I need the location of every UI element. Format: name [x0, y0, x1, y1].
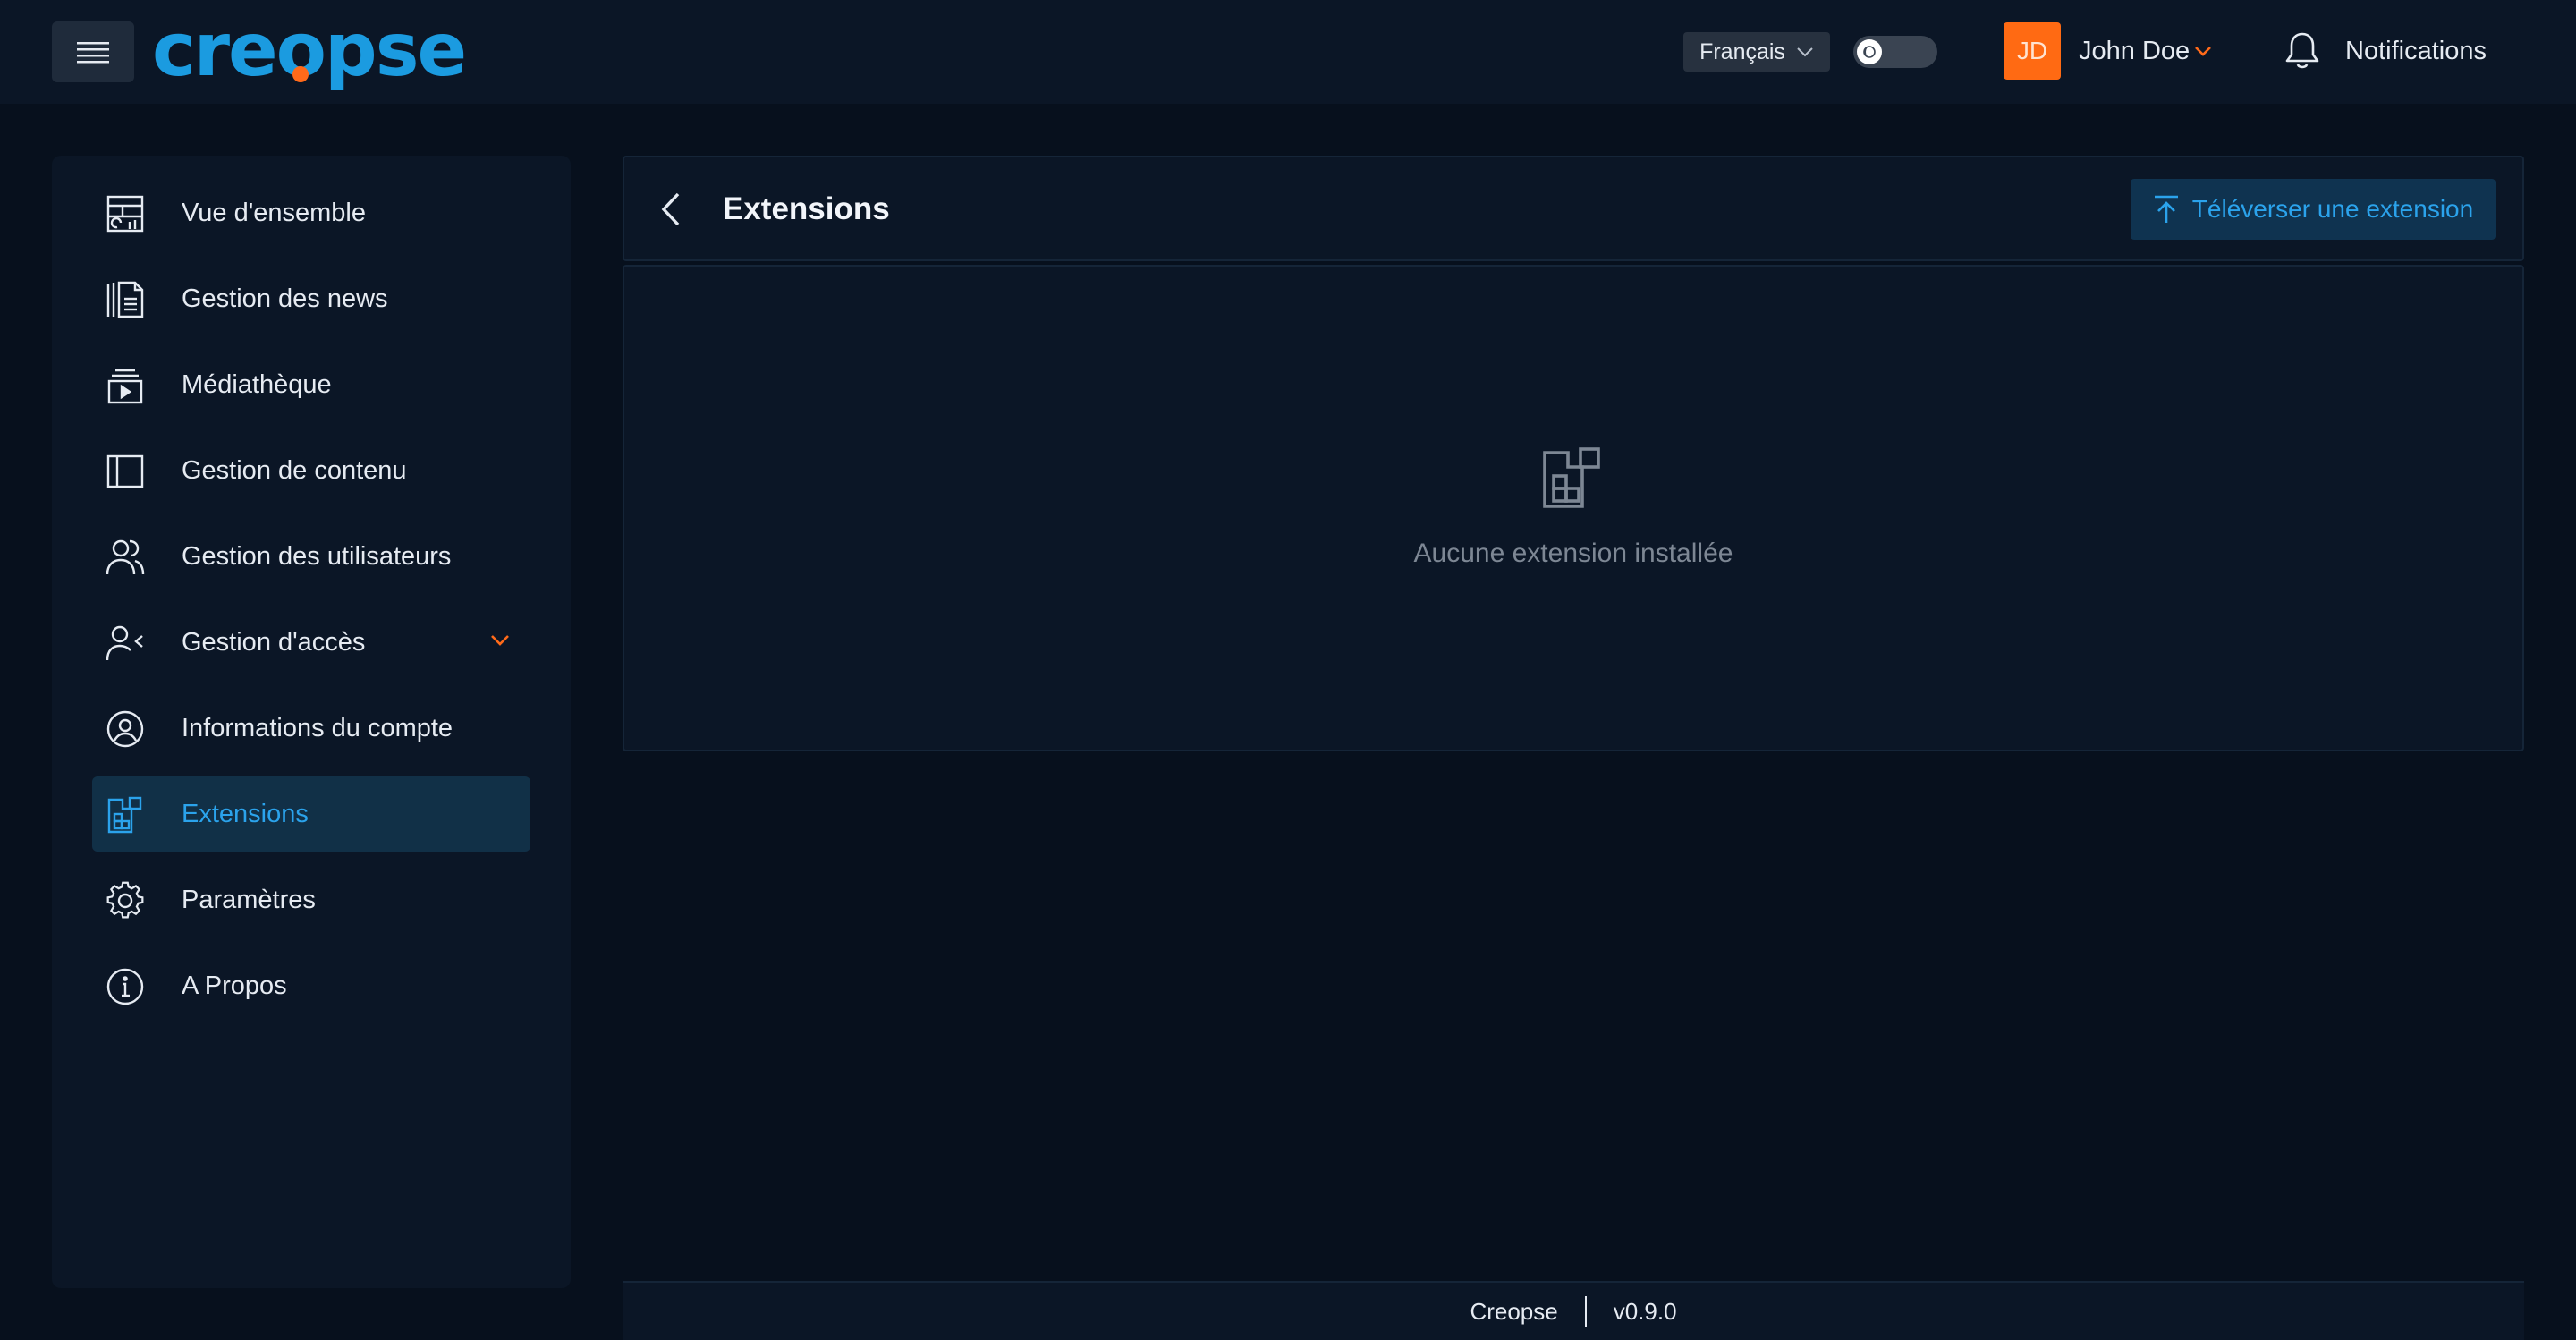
top-bar: creo pse Français JD John Doe Notificatio… — [0, 0, 2576, 104]
app-logo[interactable]: creo pse — [152, 11, 467, 91]
avatar[interactable]: JD — [2004, 22, 2061, 80]
user-menu[interactable]: John Doe — [2079, 33, 2213, 69]
notifications-button[interactable]: Notifications — [2283, 27, 2487, 75]
users-icon — [106, 539, 145, 575]
sidebar-item-about[interactable]: A Propos — [92, 948, 530, 1023]
sidebar-item-label: Vue d'ensemble — [182, 198, 366, 227]
language-select[interactable]: Français — [1683, 32, 1830, 72]
footer-app-name: Creopse — [1470, 1297, 1558, 1325]
upload-extension-button[interactable]: Téléverser une extension — [2131, 179, 2496, 240]
sidebar-item-label: Gestion d'accès — [182, 627, 366, 657]
theme-toggle-knob — [1857, 39, 1882, 64]
sidebar: Vue d'ensemble Gestion des news Médiathè… — [52, 156, 571, 1288]
footer-version: v0.9.0 — [1613, 1297, 1677, 1325]
extensions-icon — [1543, 447, 1600, 508]
content-layout-icon — [106, 454, 144, 488]
sidebar-item-label: Gestion des news — [182, 284, 388, 313]
sidebar-item-label: A Propos — [182, 971, 287, 1000]
upload-icon — [2154, 195, 2178, 223]
sidebar-item-access[interactable]: Gestion d'accès — [92, 605, 530, 680]
moon-icon — [1863, 46, 1876, 58]
theme-toggle[interactable] — [1853, 36, 1937, 68]
settings-gear-icon — [106, 881, 144, 919]
sidebar-item-news[interactable]: Gestion des news — [92, 261, 530, 336]
user-name: John Doe — [2079, 36, 2190, 65]
dashboard-icon — [106, 195, 144, 233]
user-access-icon — [106, 625, 143, 661]
extensions-list: Aucune extension installée — [623, 265, 2524, 751]
extensions-icon — [107, 796, 142, 834]
upload-extension-label: Téléverser une extension — [2191, 195, 2474, 223]
sidebar-item-overview[interactable]: Vue d'ensemble — [92, 175, 530, 250]
empty-state-message: Aucune extension installée — [1413, 539, 1733, 568]
sidebar-item-media-library[interactable]: Médiathèque — [92, 347, 530, 422]
sidebar-item-account-info[interactable]: Informations du compte — [92, 691, 530, 766]
footer: Creopse v0.9.0 — [623, 1281, 2524, 1340]
chevron-left-icon — [661, 192, 680, 226]
sidebar-item-label: Médiathèque — [182, 369, 332, 399]
sidebar-item-label: Gestion des utilisateurs — [182, 541, 452, 571]
info-icon — [106, 968, 144, 1005]
chevron-down-icon — [2195, 47, 2212, 56]
sidebar-item-users[interactable]: Gestion des utilisateurs — [92, 519, 530, 594]
account-circle-icon — [106, 710, 144, 748]
hamburger-menu-icon — [77, 42, 109, 64]
sidebar-item-settings[interactable]: Paramètres — [92, 862, 530, 937]
avatar-initials: JD — [2016, 37, 2048, 64]
bell-icon — [2285, 32, 2319, 69]
sidebar-item-label: Gestion de contenu — [182, 455, 407, 485]
menu-button[interactable] — [52, 21, 134, 82]
notifications-label: Notifications — [2345, 36, 2487, 65]
sidebar-item-label: Paramètres — [182, 885, 316, 914]
sidebar-item-label: Extensions — [182, 799, 309, 828]
media-library-icon — [107, 369, 143, 404]
sidebar-item-extensions[interactable]: Extensions — [92, 776, 530, 852]
sidebar-item-label: Informations du compte — [182, 713, 453, 742]
sidebar-item-content[interactable]: Gestion de contenu — [92, 433, 530, 508]
page-title: Extensions — [723, 191, 890, 226]
language-select-value: Français — [1699, 38, 1785, 64]
chevron-down-icon — [1797, 47, 1813, 57]
back-button[interactable] — [651, 190, 691, 229]
page-header: Extensions Téléverser une extension — [623, 156, 2524, 261]
news-icon — [106, 281, 144, 318]
footer-divider — [1584, 1296, 1587, 1327]
chevron-down-icon[interactable] — [489, 633, 511, 648]
